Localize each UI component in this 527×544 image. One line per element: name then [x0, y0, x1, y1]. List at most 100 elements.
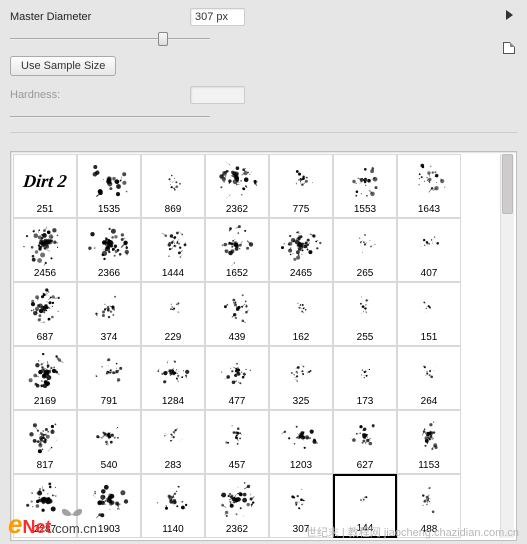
brush-size-label: 307	[293, 524, 310, 537]
new-preset-icon[interactable]	[503, 42, 515, 54]
brush-preset-cell[interactable]: 2465	[269, 218, 333, 282]
brush-preset-cell[interactable]: Dirt 2251	[13, 154, 77, 218]
brush-thumbnail	[274, 414, 328, 460]
brush-preset-cell[interactable]: 255	[333, 282, 397, 346]
brush-preset-cell[interactable]: 1444	[141, 218, 205, 282]
brush-thumbnail	[18, 350, 72, 396]
brush-preset-cell[interactable]: 162	[269, 282, 333, 346]
brush-preset-cell[interactable]: 1153	[397, 410, 461, 474]
scrollbar[interactable]	[500, 154, 514, 538]
brush-preset-cell[interactable]: 477	[205, 346, 269, 410]
brush-preset-cell[interactable]: 687	[13, 282, 77, 346]
flyout-menu-icon[interactable]	[506, 10, 513, 20]
brush-size-label: 1652	[226, 268, 248, 281]
brush-preset-cell[interactable]: 457	[205, 410, 269, 474]
brush-preset-cell[interactable]: 1284	[141, 346, 205, 410]
brush-size-label: 2169	[34, 396, 56, 409]
brush-thumbnail	[210, 286, 264, 332]
brush-preset-cell[interactable]: 407	[397, 218, 461, 282]
brush-preset-cell[interactable]: 1903	[77, 474, 141, 538]
master-diameter-slider[interactable]	[10, 32, 210, 46]
brush-thumbnail	[338, 477, 392, 523]
brush-size-label: 251	[37, 204, 54, 217]
brush-thumbnail	[338, 222, 392, 268]
brush-thumbnail	[82, 158, 136, 204]
brush-preset-cell[interactable]: 264	[397, 346, 461, 410]
brush-size-label: 477	[229, 396, 246, 409]
brush-size-label: 775	[293, 204, 310, 217]
brush-thumbnail	[210, 222, 264, 268]
brush-preset-cell[interactable]: 791	[77, 346, 141, 410]
slider-track	[10, 38, 210, 40]
brush-size-label: 162	[293, 332, 310, 345]
brush-thumbnail	[210, 158, 264, 204]
brush-size-label: 173	[357, 396, 374, 409]
hardness-input	[190, 86, 245, 104]
brush-thumbnail	[82, 222, 136, 268]
brush-thumbnail	[210, 350, 264, 396]
brush-thumbnail	[338, 286, 392, 332]
use-sample-size-button[interactable]: Use Sample Size	[10, 56, 116, 76]
brush-size-label: 869	[165, 204, 182, 217]
brush-preset-cell[interactable]: 1203	[269, 410, 333, 474]
master-diameter-input[interactable]: 307 px	[190, 8, 245, 26]
brush-size-label: 687	[37, 332, 54, 345]
brush-preset-cell[interactable]: 229	[141, 282, 205, 346]
brush-preset-cell[interactable]: 2169	[13, 346, 77, 410]
brush-preset-cell[interactable]: 173	[333, 346, 397, 410]
brush-thumbnail	[82, 478, 136, 524]
brush-preset-cell[interactable]: 144	[333, 474, 397, 538]
brush-thumbnail	[146, 158, 200, 204]
brush-size-label: 374	[101, 332, 118, 345]
brush-thumbnail	[274, 350, 328, 396]
brush-preset-cell[interactable]: 265	[333, 218, 397, 282]
brush-size-label: 457	[229, 460, 246, 473]
slider-thumb[interactable]	[158, 32, 168, 46]
brush-preset-cell[interactable]: 1652	[205, 218, 269, 282]
brush-preset-cell[interactable]: 817	[13, 410, 77, 474]
brush-thumbnail	[18, 414, 72, 460]
brush-preset-cell[interactable]: 627	[333, 410, 397, 474]
brush-preset-cell[interactable]: 2366	[77, 218, 141, 282]
brush-size-label: 283	[165, 460, 182, 473]
brush-preset-cell[interactable]: 151	[397, 282, 461, 346]
brush-preset-cell[interactable]: 488	[397, 474, 461, 538]
scrollbar-thumb[interactable]	[502, 154, 513, 214]
brush-size-label: 540	[101, 460, 118, 473]
brush-size-label: 627	[357, 460, 374, 473]
brush-size-label: 1643	[418, 204, 440, 217]
brush-preset-cell[interactable]: 1535	[77, 154, 141, 218]
brush-size-label: 2362	[226, 204, 248, 217]
brush-size-label: 229	[165, 332, 182, 345]
brush-thumbnail	[338, 158, 392, 204]
brush-size-label: 144	[357, 523, 374, 536]
brush-preset-cell[interactable]: 540	[77, 410, 141, 474]
brush-preset-cell[interactable]: 325	[269, 346, 333, 410]
brush-preset-cell[interactable]: 775	[269, 154, 333, 218]
brush-size-label: 1535	[98, 204, 120, 217]
brush-preset-cell[interactable]: 869	[141, 154, 205, 218]
brush-preset-cell[interactable]: 2362	[205, 474, 269, 538]
brush-preset-cell[interactable]: 1140	[141, 474, 205, 538]
brush-size-label: 2362	[226, 524, 248, 537]
brush-preset-cell[interactable]: 307	[269, 474, 333, 538]
brush-thumbnail	[274, 222, 328, 268]
brush-thumbnail	[146, 222, 200, 268]
brush-size-label: 151	[421, 332, 438, 345]
hardness-slider	[10, 110, 210, 124]
brush-preset-cell[interactable]: 2362	[205, 154, 269, 218]
brush-preset-cell[interactable]: 1553	[333, 154, 397, 218]
brush-preset-cell[interactable]: 439	[205, 282, 269, 346]
brush-size-label: 264	[421, 396, 438, 409]
brush-preset-cell[interactable]: 2456	[13, 218, 77, 282]
brush-thumbnail	[146, 350, 200, 396]
brush-preset-cell[interactable]: 1643	[397, 154, 461, 218]
brush-preset-cell[interactable]: 283	[141, 410, 205, 474]
brush-size-label: 1284	[162, 396, 184, 409]
brush-thumbnail	[82, 414, 136, 460]
brush-size-label: 255	[357, 332, 374, 345]
brush-preset-cell[interactable]: 374	[77, 282, 141, 346]
master-diameter-label: Master Diameter	[10, 11, 190, 23]
brush-size-label: 2465	[290, 268, 312, 281]
brush-thumbnail: Dirt 2	[16, 158, 75, 204]
